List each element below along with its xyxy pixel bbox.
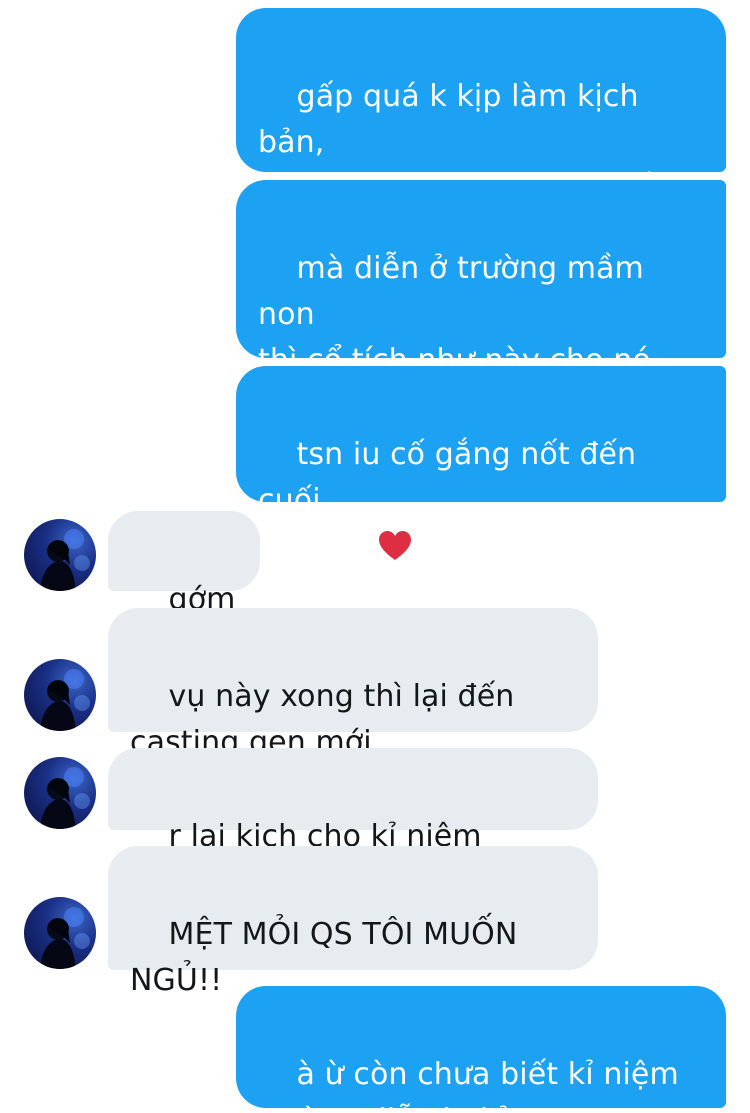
message-bubble-outgoing[interactable]: mà diễn ở trường mầm non thì cổ tích như… [236, 180, 726, 424]
user-avatar-photo [40, 529, 90, 591]
user-avatar-photo [40, 907, 90, 969]
message-text: tsn iu cố gắng nốt đến cuối tuần ná [258, 437, 637, 564]
message-bubble-incoming[interactable]: r lại kịch cho kỉ niệm trường [108, 748, 598, 900]
avatar[interactable] [24, 897, 96, 969]
message-bubble-incoming[interactable]: vụ này xong thì lại đến casting gen mới [108, 608, 598, 760]
message-bubble-outgoing[interactable]: à ừ còn chưa biết kỉ niệm trường diễn j … [236, 986, 726, 1113]
message-bubble-outgoing[interactable]: gấp quá k kịp làm kịch bản, chỉ có cách … [236, 8, 726, 252]
conversation-thread: gấp quá k kịp làm kịch bản, chỉ có cách … [0, 0, 750, 1113]
user-avatar-photo [40, 767, 90, 829]
red-heart-icon [378, 530, 412, 576]
message-bubble-incoming[interactable]: gớm ói [108, 511, 260, 663]
user-avatar-photo [40, 669, 90, 731]
message-bubble-outgoing[interactable]: tsn iu cố gắng nốt đến cuối tuần ná [236, 366, 726, 564]
avatar[interactable] [24, 757, 96, 829]
message-bubble-incoming[interactable]: MỆT MỎI QS TÔI MUỐN NGỦ!! [108, 846, 598, 998]
message-text: à ừ còn chưa biết kỉ niệm trường diễn j … [258, 1057, 679, 1113]
avatar[interactable] [24, 519, 96, 591]
avatar[interactable] [24, 659, 96, 731]
